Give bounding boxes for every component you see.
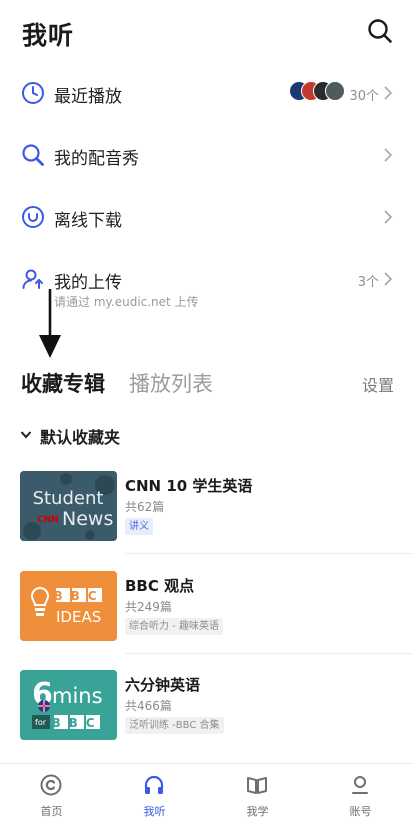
cover-text: CNN: [37, 515, 59, 525]
cover-text: for: [35, 718, 47, 727]
six-minute-cover-art: 6 mins for BBC: [20, 670, 117, 740]
menu-offline-download[interactable]: 离线下载: [0, 197, 413, 237]
menu-recent-play[interactable]: 最近播放 30个: [0, 73, 413, 113]
cover-text: mins: [52, 684, 103, 708]
menu-label: 最近播放: [54, 87, 122, 107]
search-icon[interactable]: [367, 18, 393, 44]
album-tag: 泛听训练 -BBC 合集: [125, 717, 224, 734]
chevron-right-icon: [384, 272, 393, 286]
nav-label: 我学: [246, 805, 269, 818]
nav-account[interactable]: 账号: [309, 764, 412, 827]
nav-listen[interactable]: 我听: [103, 764, 206, 827]
down-arrow-icon: [39, 289, 61, 358]
album-cover: 6 mins for BBC: [20, 670, 117, 740]
avatar: [325, 81, 345, 101]
album-tabs: 收藏专辑 播放列表 设置: [0, 362, 413, 402]
chevron-right-icon: [384, 148, 393, 162]
nav-label: 首页: [40, 805, 63, 818]
bottom-nav: 首页 我听 我学 账号: [0, 763, 413, 827]
album-item[interactable]: 6 mins for BBC 六分钟英语 共466篇 泛听训练 -BBC 合集: [20, 670, 395, 740]
cover-text: BBC: [51, 716, 102, 730]
account-icon: [352, 776, 368, 794]
upload-hint: 请通过 my.eudic.net 上传: [54, 295, 199, 309]
nav-home[interactable]: 首页: [0, 764, 103, 827]
album-tag: 综合听力 - 趣味英语: [125, 618, 223, 635]
album-title: 六分钟英语: [125, 676, 201, 694]
chevron-right-icon: [384, 210, 393, 224]
settings-link[interactable]: 设置: [362, 372, 394, 396]
menu-dubbing-show[interactable]: 我的配音秀: [0, 135, 413, 175]
nav-learn[interactable]: 我学: [206, 764, 309, 827]
menu-label: 离线下载: [54, 211, 122, 231]
album-tag: 讲义: [125, 518, 153, 535]
divider: [125, 553, 413, 554]
album-episodes: 共249篇: [125, 600, 172, 614]
headphones-icon: [144, 775, 164, 794]
tab-playlists[interactable]: 播放列表: [129, 368, 213, 398]
cover-text: BBC: [53, 589, 104, 603]
cover-text: IDEAS: [56, 608, 101, 626]
header: 我听: [0, 0, 413, 64]
page-title: 我听: [22, 21, 75, 50]
album-title: CNN 10 学生英语: [125, 477, 253, 495]
search-mic-icon: [22, 144, 44, 166]
chevron-down-icon: [20, 431, 32, 439]
menu-label: 我的上传: [54, 273, 122, 293]
album-item[interactable]: BBC IDEAS BBC 观点 共249篇 综合听力 - 趣味英语: [20, 571, 413, 654]
album-item[interactable]: Student CNN News CNN 10 学生英语 共62篇 讲义: [20, 471, 413, 554]
album-episodes: 共62篇: [125, 500, 165, 514]
nav-label: 我听: [143, 805, 166, 818]
folder-label: 默认收藏夹: [40, 428, 121, 447]
divider: [125, 653, 413, 654]
recent-avatars: [289, 81, 347, 103]
upload-count: 3个: [357, 275, 379, 290]
menu-label: 我的配音秀: [54, 149, 139, 169]
cover-text: Student: [33, 488, 104, 509]
home-icon: [40, 774, 62, 796]
album-episodes: 共466篇: [125, 699, 172, 713]
cover-text: News: [62, 508, 113, 530]
tab-favorite-albums[interactable]: 收藏专辑: [21, 368, 105, 398]
cnn-cover-art: Student CNN News: [20, 471, 117, 541]
album-cover: Student CNN News: [20, 471, 117, 541]
recent-count: 30个: [349, 89, 379, 104]
clock-icon: [22, 82, 44, 104]
download-icon: [22, 206, 44, 228]
bbc-ideas-cover-art: BBC IDEAS: [20, 571, 117, 641]
chevron-right-icon: [384, 86, 393, 100]
nav-label: 账号: [349, 805, 372, 818]
book-icon: [247, 777, 267, 794]
album-title: BBC 观点: [125, 577, 195, 595]
album-cover: BBC IDEAS: [20, 571, 117, 641]
